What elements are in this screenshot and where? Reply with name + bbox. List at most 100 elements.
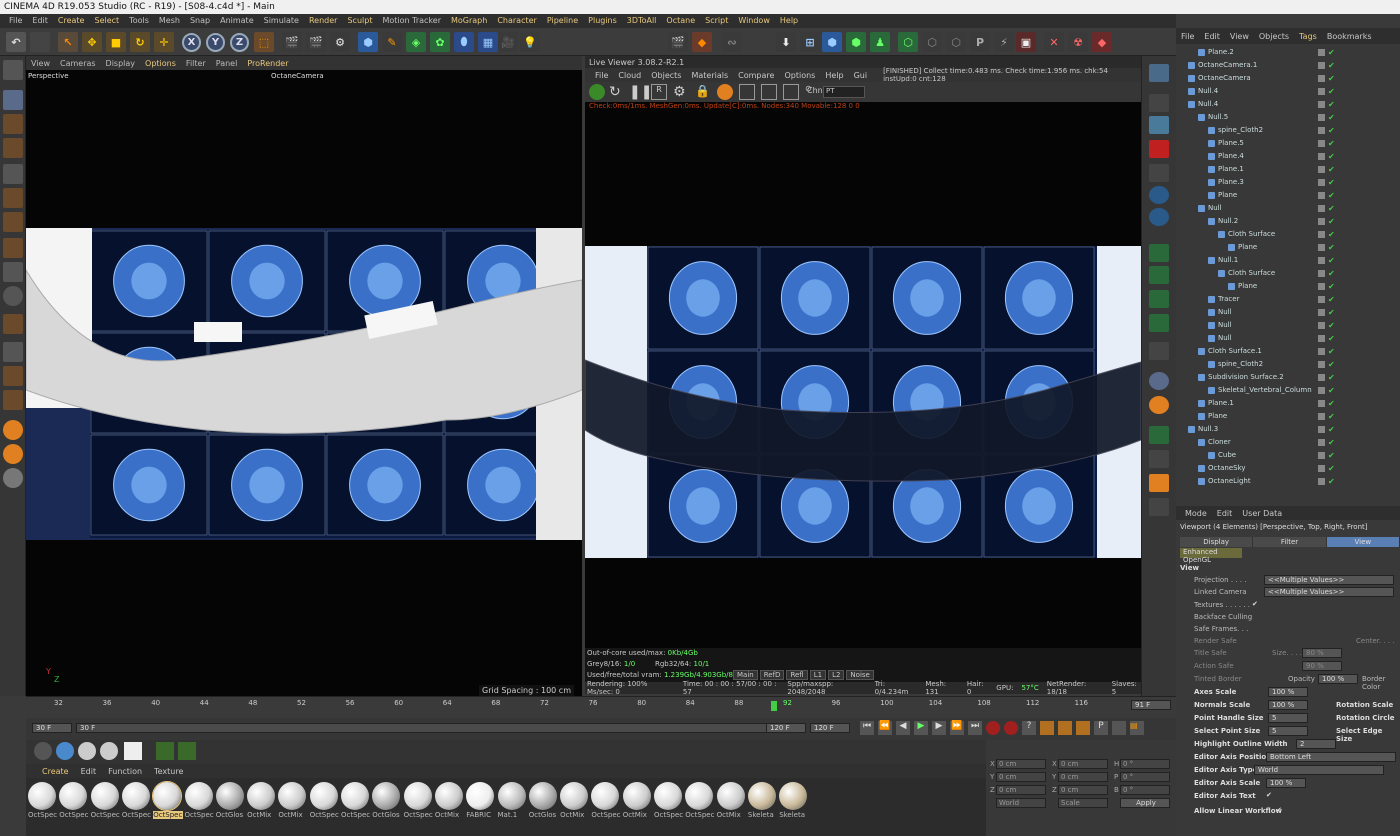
visibility-dots[interactable] — [1318, 283, 1325, 290]
octane-live-render[interactable] — [585, 110, 1141, 648]
record-icon[interactable] — [986, 721, 1000, 735]
tracer-icon[interactable]: ∾ — [722, 32, 742, 52]
octane-material-ball-icon[interactable] — [717, 84, 733, 100]
fit-icon[interactable] — [761, 84, 777, 100]
octane-live-viewer-icon[interactable] — [1149, 64, 1169, 82]
material-swatch[interactable] — [466, 782, 495, 810]
enabled-check-icon[interactable]: ✔ — [1328, 373, 1335, 382]
prev-frame-icon[interactable]: ◀ — [896, 721, 910, 735]
texture-mode-icon[interactable] — [3, 114, 23, 134]
object-menu-file[interactable]: File — [1176, 32, 1199, 41]
coordinate-system-icon[interactable]: ⬚ — [254, 32, 274, 52]
enabled-check-icon[interactable]: ✔ — [1328, 347, 1335, 356]
material-swatch[interactable] — [247, 782, 276, 810]
linear-workflow-checkbox[interactable]: ✔ — [1276, 806, 1282, 814]
object-row[interactable]: Plane ✔ — [1176, 280, 1400, 293]
visibility-dots[interactable] — [1318, 205, 1325, 212]
object-row[interactable]: OctaneSky ✔ — [1176, 462, 1400, 475]
object-row[interactable]: Null.4 ✔ — [1176, 98, 1400, 111]
live-viewer-menu-options[interactable]: Options — [784, 71, 815, 80]
material-swatch[interactable] — [59, 782, 88, 810]
visibility-dots[interactable] — [1318, 452, 1325, 459]
axes-scale-field[interactable]: 100 % — [1268, 687, 1308, 697]
render-start-icon[interactable] — [589, 84, 605, 100]
render-picture-viewer-icon[interactable]: 🎬 — [306, 32, 326, 52]
menu-mesh[interactable]: Mesh — [154, 14, 185, 28]
object-menu-view[interactable]: View — [1225, 32, 1254, 41]
visibility-dots[interactable] — [1318, 426, 1325, 433]
highlight-field[interactable]: 2 — [1296, 739, 1336, 749]
visibility-dots[interactable] — [1318, 88, 1325, 95]
object-row[interactable]: OctaneCamera.1 ✔ — [1176, 59, 1400, 72]
menu-3dtoall[interactable]: 3DToAll — [622, 14, 662, 28]
next-frame-icon[interactable]: ▶ — [932, 721, 946, 735]
visibility-dots[interactable] — [1318, 49, 1325, 56]
live-viewer-menu-cloud[interactable]: Cloud — [618, 71, 641, 80]
material-swatch[interactable] — [309, 782, 338, 810]
object-row[interactable]: Plane ✔ — [1176, 241, 1400, 254]
octane-box-icon[interactable] — [1149, 426, 1169, 444]
material-e-icon[interactable] — [156, 742, 174, 760]
viewport-menu-cameras[interactable]: Cameras — [55, 59, 101, 68]
render-view-icon[interactable]: 🎬 — [282, 32, 302, 52]
object-row[interactable]: Plane.5 ✔ — [1176, 137, 1400, 150]
octane-settings-icon[interactable] — [1149, 94, 1169, 112]
visibility-dots[interactable] — [1318, 296, 1325, 303]
enabled-check-icon[interactable]: ✔ — [1328, 360, 1335, 369]
key-param-icon[interactable]: P — [1094, 721, 1108, 735]
coord-x-field[interactable]: 0 cm — [996, 759, 1046, 769]
model-mode-icon[interactable] — [3, 90, 23, 110]
octane-scatter-icon[interactable] — [1149, 266, 1169, 284]
menu-select[interactable]: Select — [89, 14, 124, 28]
viewport-menu-filter[interactable]: Filter — [181, 59, 211, 68]
visibility-dots[interactable] — [1318, 322, 1325, 329]
viewport-menu-options[interactable]: Options — [140, 59, 181, 68]
viewport-menu-prorender[interactable]: ProRender — [242, 59, 293, 68]
enabled-check-icon[interactable]: ✔ — [1328, 386, 1335, 395]
octane-sphere-icon[interactable] — [3, 420, 23, 440]
visibility-dots[interactable] — [1318, 75, 1325, 82]
checker-icon[interactable] — [124, 742, 142, 760]
coord-z-field[interactable]: 0 cm — [996, 785, 1046, 795]
preview-range-slider[interactable]: 30 F — [76, 723, 806, 733]
enabled-check-icon[interactable]: ✔ — [1328, 477, 1335, 486]
visibility-dots[interactable] — [1318, 465, 1325, 472]
object-row[interactable]: Cloth Surface ✔ — [1176, 228, 1400, 241]
object-menu-bookmarks[interactable]: Bookmarks — [1322, 32, 1377, 41]
material-menu-edit[interactable]: Edit — [75, 767, 103, 776]
menu-file[interactable]: File — [4, 14, 27, 28]
enabled-check-icon[interactable]: ✔ — [1328, 269, 1335, 278]
material-a-icon[interactable] — [34, 742, 52, 760]
octane-text-icon[interactable] — [1149, 244, 1169, 262]
subdivision-icon[interactable]: ◈ — [406, 32, 426, 52]
attribute-menu-edit[interactable]: Edit — [1212, 509, 1238, 518]
points-mode-icon[interactable] — [3, 164, 23, 184]
visibility-dots[interactable] — [1318, 387, 1325, 394]
enabled-check-icon[interactable]: ✔ — [1328, 100, 1335, 109]
timeline-ruler[interactable]: 32 36 40 44 48 52 56 60 64 68 72 76 80 84 88 92 96 100 104… — [26, 696, 1176, 718]
scale-icon[interactable]: ■ — [106, 32, 126, 52]
viewport-menu-view[interactable]: View — [26, 59, 55, 68]
menu-sculpt[interactable]: Sculpt — [342, 14, 377, 28]
render-settings-icon[interactable]: ⚙ — [330, 32, 350, 52]
octane-cube-icon[interactable] — [1149, 474, 1169, 492]
visibility-dots[interactable] — [1318, 218, 1325, 225]
objects-icon[interactable]: ⬢ — [822, 32, 842, 52]
enabled-check-icon[interactable]: ✔ — [1328, 243, 1335, 252]
tool-a-icon[interactable]: ⬡ — [922, 32, 942, 52]
visibility-dots[interactable] — [1318, 270, 1325, 277]
normals-scale-field[interactable]: 100 % — [1268, 700, 1308, 710]
key-rotation-icon[interactable] — [1076, 721, 1090, 735]
play-icon[interactable]: ▶ — [914, 721, 928, 735]
material-swatch[interactable] — [434, 782, 463, 810]
enabled-check-icon[interactable]: ✔ — [1328, 126, 1335, 135]
region-icon[interactable]: R — [651, 84, 667, 100]
visibility-dots[interactable] — [1318, 62, 1325, 69]
live-viewer-tab-refd[interactable]: RefD — [759, 670, 785, 680]
array-icon[interactable]: ✿ — [430, 32, 450, 52]
settings-gear-icon[interactable]: ⚙ — [673, 84, 689, 100]
axis-mode-icon[interactable] — [3, 238, 23, 258]
live-viewer-menu-materials[interactable]: Materials — [691, 71, 728, 80]
grid-icon[interactable] — [3, 342, 23, 362]
object-row[interactable]: Plane.1 ✔ — [1176, 397, 1400, 410]
